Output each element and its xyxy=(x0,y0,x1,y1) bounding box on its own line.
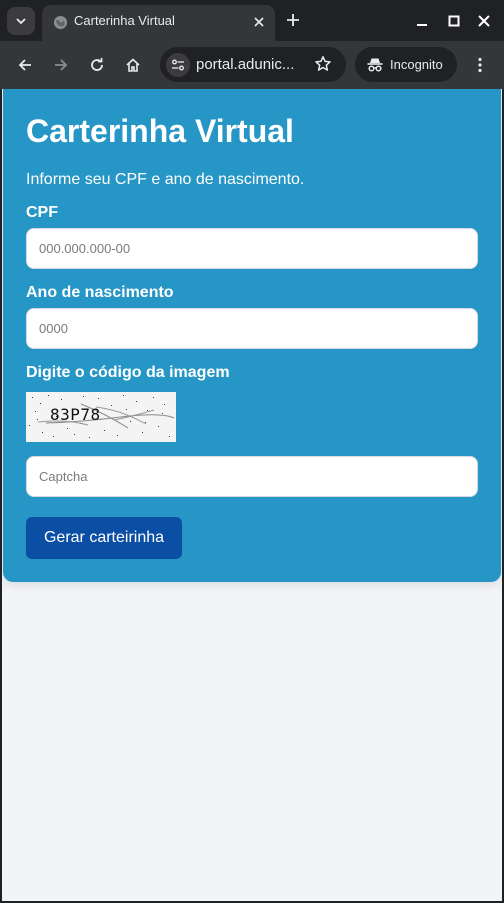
captcha-label: Digite o código da imagem xyxy=(26,364,230,381)
maximize-button[interactable] xyxy=(443,10,465,32)
captcha-graphic xyxy=(26,392,176,442)
address-bar[interactable]: portal.adunic... xyxy=(160,47,346,82)
cpf-label: CPF xyxy=(26,204,58,221)
captcha-input[interactable] xyxy=(26,456,478,497)
minimize-button[interactable] xyxy=(411,10,433,32)
forward-button[interactable] xyxy=(49,53,73,77)
tab-title: Carterinha Virtual xyxy=(74,13,175,28)
generate-card-button[interactable]: Gerar carteirinha xyxy=(26,517,182,559)
site-info-icon xyxy=(172,59,184,71)
globe-icon xyxy=(53,15,68,30)
reload-button[interactable] xyxy=(85,53,109,77)
browser-tab[interactable]: Carterinha Virtual xyxy=(42,5,275,41)
home-icon xyxy=(126,58,140,72)
home-button[interactable] xyxy=(121,53,145,77)
cpf-input[interactable] xyxy=(26,228,478,269)
incognito-icon xyxy=(367,58,383,72)
tab-strip: Carterinha Virtual xyxy=(0,0,504,41)
captcha-image: 83P78 xyxy=(26,392,176,442)
plus-icon[interactable] xyxy=(284,11,302,29)
incognito-label: Incognito xyxy=(390,57,443,72)
forward-arrow-icon xyxy=(55,59,68,71)
minimize-icon xyxy=(417,24,427,26)
birth-year-input[interactable] xyxy=(26,308,478,349)
site-info-button[interactable] xyxy=(166,53,190,77)
kebab-menu-icon xyxy=(478,57,482,73)
incognito-badge[interactable]: Incognito xyxy=(355,47,457,82)
window-close-button[interactable] xyxy=(473,10,495,32)
window-close-icon xyxy=(478,15,490,27)
maximize-icon xyxy=(448,15,460,27)
page-viewport: Carterinha Virtual Informe seu CPF e ano… xyxy=(2,89,502,901)
browser-menu-button[interactable] xyxy=(470,53,490,77)
form-card: Carterinha Virtual Informe seu CPF e ano… xyxy=(3,89,501,582)
browser-toolbar: portal.adunic... Incognito xyxy=(0,41,504,89)
page-subtitle: Informe seu CPF e ano de nascimento. xyxy=(26,171,305,188)
star-icon[interactable] xyxy=(314,55,332,73)
back-arrow-icon xyxy=(18,59,31,71)
captcha-code: 83P78 xyxy=(50,405,101,424)
reload-icon xyxy=(91,58,103,71)
tab-search-button[interactable] xyxy=(7,7,35,35)
birth-year-label: Ano de nascimento xyxy=(26,284,174,301)
url-text[interactable]: portal.adunic... xyxy=(196,55,294,74)
chevron-down-icon xyxy=(16,18,26,25)
close-icon[interactable] xyxy=(253,16,265,28)
back-button[interactable] xyxy=(13,53,37,77)
page-title: Carterinha Virtual xyxy=(26,113,294,149)
